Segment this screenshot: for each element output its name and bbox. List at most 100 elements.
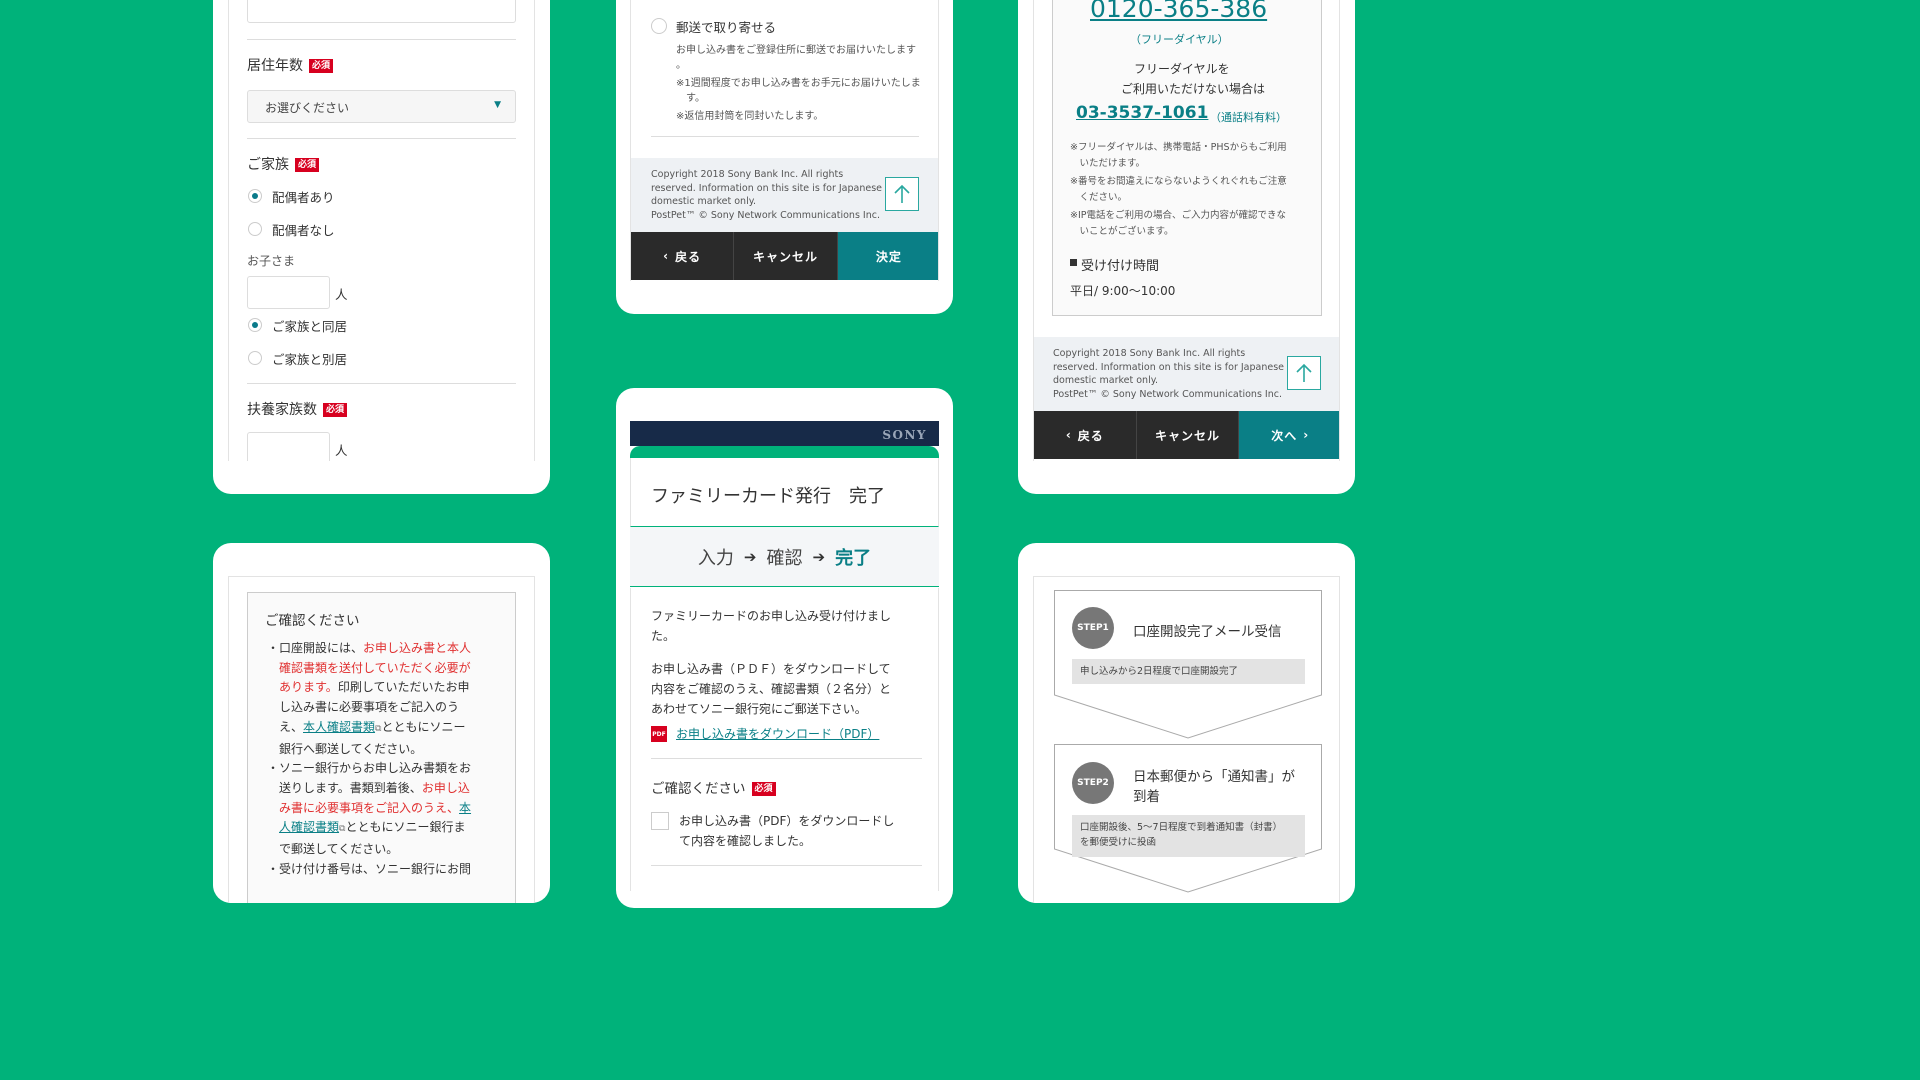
confirm-checkbox[interactable] [651, 812, 669, 830]
residence-select[interactable]: お選びください ▼ [247, 90, 516, 123]
required-badge: 必須 [295, 158, 320, 172]
square-bullet-icon [1070, 259, 1077, 266]
step2-badge: STEP2 [1072, 762, 1114, 804]
note: お申し込み書をご登録住所に郵送でお届けいたします [676, 45, 916, 56]
screen-complete: SONY ファミリーカード発行 完了 入力 ➔ 確認 ➔ 完了 ファミリーカード… [630, 421, 939, 891]
instruction: あわせてソニー銀行宛にご郵送下さい。 [651, 702, 867, 716]
phone-card-mail: 郵送で取り寄せる お申し込み書をご登録住所に郵送でお届けいたします 。 ※1週間… [616, 0, 953, 314]
next-button[interactable]: 次へ › [1239, 411, 1339, 459]
id-docs-link[interactable]: 本 [459, 801, 471, 815]
radio-mail[interactable] [651, 18, 667, 34]
radio-live-with[interactable] [248, 318, 262, 332]
cancel-button[interactable]: キャンセル [734, 232, 838, 280]
screen-notes: ご確認ください ・口座開設には、お申し込み書と本人 確認書類を送付していただく必… [228, 576, 535, 903]
arrow-up-icon [894, 184, 910, 203]
chevron-right-icon: › [1303, 428, 1310, 442]
step1-title: 口座開設完了メール受信 [1133, 624, 1282, 640]
step2-note: 口座開設後、5〜7日程度で到着通知書（封書） を郵便受けに投函 [1072, 815, 1305, 857]
confirm-heading: ご確認ください 必須 [651, 777, 776, 797]
screen-form: 居住年数 必須 お選びください ▼ ご家族 必須 配偶者あり 配偶者なし お子さま … [228, 0, 535, 461]
step1-badge: STEP1 [1072, 607, 1114, 649]
note: ください。 [1070, 192, 1128, 203]
page-title: ファミリーカード発行 完了 [651, 486, 885, 507]
chevron-left-icon: ‹ [663, 249, 670, 263]
back-button[interactable]: ‹ 戻る [631, 232, 735, 280]
id-docs-link[interactable]: 本人確認書類 [303, 720, 375, 734]
back-label: 戻る [675, 249, 702, 264]
action-bar: ‹ 戻る キャンセル 次へ › [1034, 411, 1339, 459]
freedial-label: （フリーダイヤル） [1130, 33, 1229, 46]
radio-spouse-yes[interactable] [248, 189, 262, 203]
phone-card-steps: STEP1 口座開設完了メール受信 申し込みから2日程度で口座開設完了 STEP… [1018, 543, 1355, 903]
residence-label: 居住年数 必須 [247, 55, 334, 75]
arrow-right-icon: ➔ [743, 547, 757, 566]
info-text: ご利用いただけない場合は [1121, 82, 1266, 96]
note: す。 [686, 93, 705, 104]
cancel-label: キャンセル [752, 249, 818, 264]
phone-card-contact: 0120-365-386 （フリーダイヤル） フリーダイヤルを ご利用いただけな… [1018, 0, 1355, 494]
complete-message: ファミリーカードのお申し込み受け付けまし [651, 609, 892, 623]
instruction: お申し込み書（ＰＤＦ）をダウンロードして [651, 662, 891, 676]
phone-card-notes: ご確認ください ・口座開設には、お申し込み書と本人 確認書類を送付していただく必… [213, 543, 550, 903]
note: ※返信用封筒を同封いたします。 [676, 111, 824, 122]
copyright-line: PostPet™ © Sony Network Communications I… [651, 209, 880, 221]
unit-label: 人 [335, 287, 348, 302]
copyright-line: domestic market only. [651, 196, 756, 207]
cancel-label: キャンセル [1155, 428, 1221, 443]
note: ※番号をお間違えにならないようくれぐれもご注意 [1070, 176, 1287, 187]
arrow-right-icon: ➔ [812, 547, 826, 566]
checkbox-label: お申し込み書（PDF）をダウンロードし [679, 814, 895, 828]
next-label: 次へ [1271, 428, 1298, 443]
download-pdf-link[interactable]: お申し込み書をダウンロード（PDF） [676, 725, 879, 742]
copyright-line: domestic market only. [1053, 375, 1158, 386]
back-button[interactable]: ‹ 戻る [1034, 411, 1137, 459]
step1-note: 申し込みから2日程度で口座開設完了 [1072, 659, 1305, 684]
radio-spouse-no[interactable] [248, 222, 262, 236]
copyright-line: PostPet™ © Sony Network Communications I… [1053, 388, 1282, 400]
required-badge: 必須 [751, 782, 776, 796]
freedial-number[interactable]: 0120-365-386 [1090, 0, 1267, 23]
hours-heading: 受け付け時間 [1081, 259, 1160, 274]
info-text: フリーダイヤルを [1134, 62, 1230, 76]
dependents-input[interactable] [247, 432, 330, 461]
required-badge: 必須 [309, 59, 334, 73]
children-input[interactable] [247, 276, 330, 309]
note: ※フリーダイヤルは、携帯電話・PHSからもご利用 [1070, 142, 1287, 153]
family-label: ご家族 必須 [247, 154, 320, 174]
divider [247, 383, 516, 384]
copyright-line: Copyright 2018 Sony Bank Inc. All rights [1053, 348, 1246, 359]
progress-steps: 入力 ➔ 確認 ➔ 完了 [630, 527, 939, 587]
id-docs-link[interactable]: 人確認書類 [279, 820, 339, 834]
cancel-button[interactable]: キャンセル [1136, 411, 1240, 459]
confirm-label: 決定 [875, 249, 902, 264]
divider [247, 138, 516, 139]
step2-title: 到着 [1133, 789, 1160, 805]
copyright-line: reserved. Information on this site is fo… [1053, 361, 1285, 373]
select-value: お選びください [265, 101, 350, 115]
complete-message: た。 [651, 629, 676, 643]
step-confirm: 確認 [766, 547, 803, 569]
chevron-left-icon: ‹ [1065, 428, 1072, 442]
radio-label: 配偶者なし [272, 223, 335, 238]
divider [651, 865, 922, 866]
checkbox-label: て内容を確認しました。 [679, 834, 812, 848]
divider [247, 39, 516, 40]
sony-logo: SONY [882, 428, 927, 442]
page-top-button[interactable] [885, 177, 919, 211]
radio-label: 郵送で取り寄せる [676, 20, 777, 35]
divider [651, 136, 919, 137]
paid-number[interactable]: 03-3537-1061 [1076, 103, 1208, 123]
divider [651, 758, 922, 759]
text-field[interactable] [247, 0, 516, 23]
notice-bullet-1: ・口座開設には、お申し込み書と本人 確認書類を送付していただく必要が あります。… [267, 641, 472, 876]
page-top-button[interactable] [1287, 356, 1321, 390]
step-input: 入力 [697, 547, 734, 569]
step-complete: 完了 [835, 547, 872, 569]
confirm-button[interactable]: 決定 [837, 232, 938, 280]
radio-live-apart[interactable] [248, 351, 262, 365]
dropdown-arrow-icon: ▼ [494, 100, 501, 110]
action-bar: ‹ 戻る キャンセル 決定 [631, 232, 938, 280]
note: いただけます。 [1070, 158, 1146, 169]
required-badge: 必須 [323, 403, 348, 417]
note: 。 [676, 60, 686, 71]
